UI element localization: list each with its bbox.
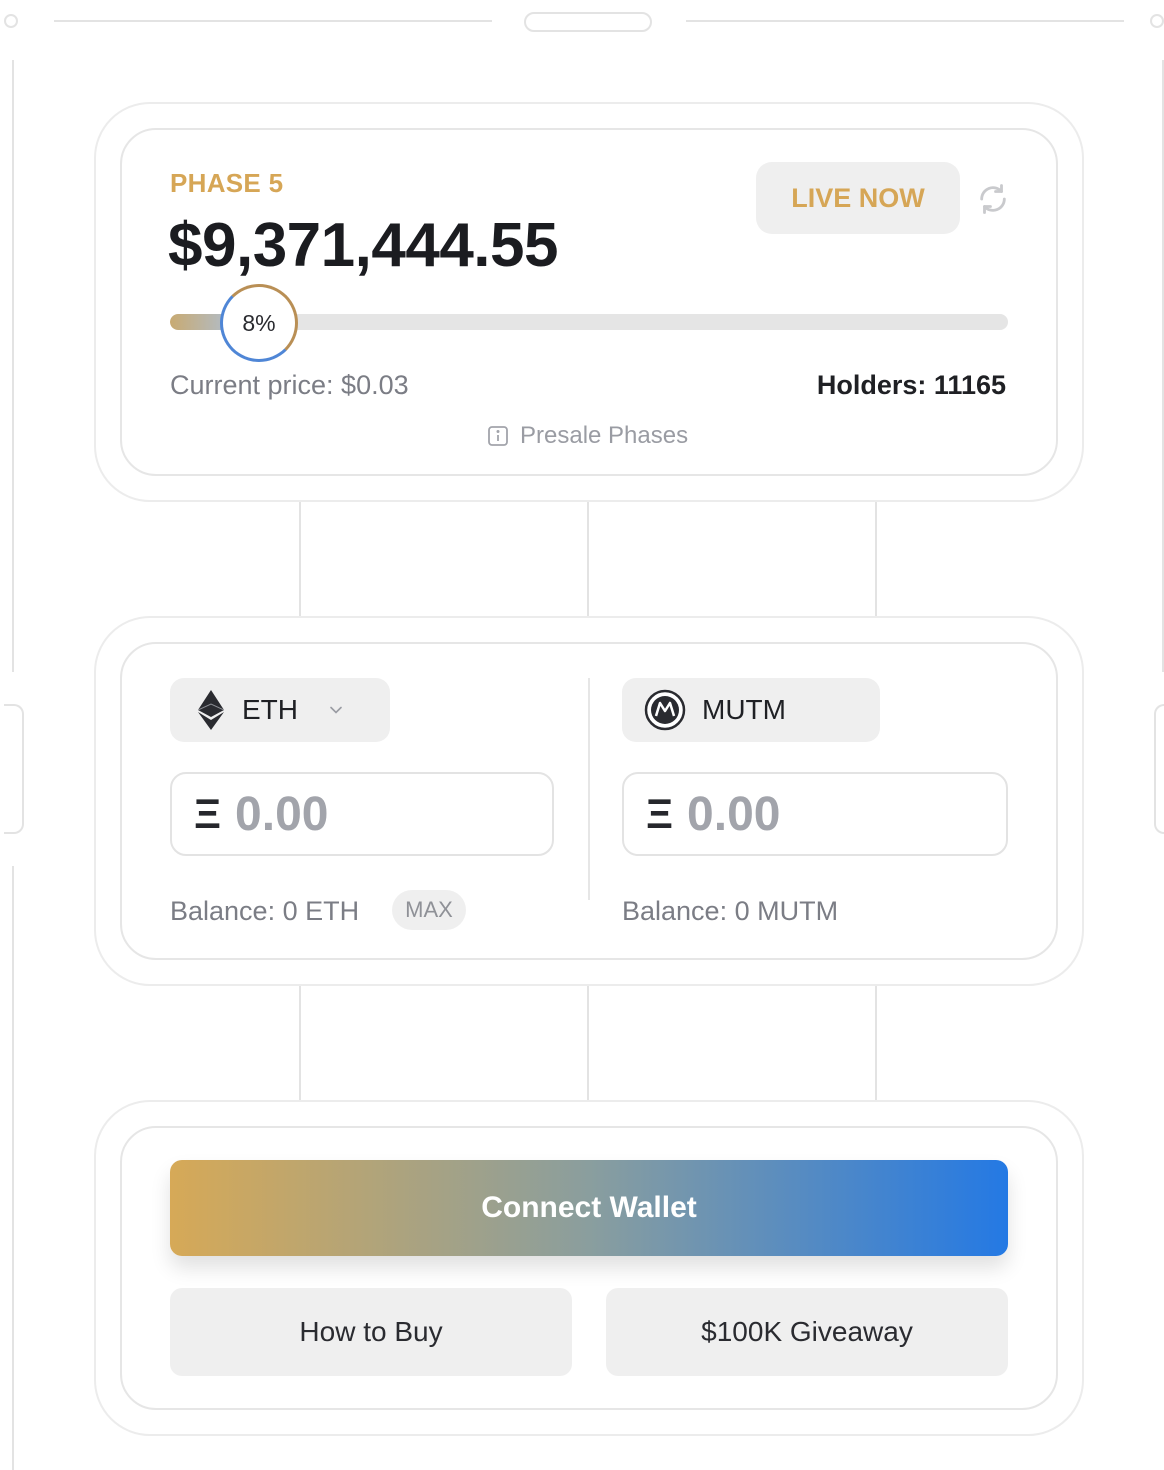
pay-currency-symbol: Ξ — [194, 790, 222, 837]
frame-top-pill — [524, 12, 652, 32]
info-icon — [488, 426, 508, 446]
holders-count: Holders: 11165 — [816, 370, 1006, 400]
presale-status-panel: PHASE 5 $9,371,444.55 LIVE NOW 8% Curren… — [120, 128, 1058, 476]
frame-line-left-upper — [12, 60, 14, 672]
actions-panel: Connect Wallet How to Buy $100K Giveaway — [120, 1126, 1058, 1410]
how-to-buy-button[interactable]: How to Buy — [170, 1288, 572, 1376]
swap-card: ETH Ξ 0.00 Balance: 0 ETH MAX MUTM Ξ 0.0… — [94, 616, 1084, 986]
connect-wallet-button[interactable]: Connect Wallet — [170, 1160, 1008, 1256]
phase-label: PHASE 5 — [170, 168, 284, 198]
max-button[interactable]: MAX — [392, 890, 466, 930]
pay-amount-value: 0.00 — [235, 787, 329, 841]
current-price: Current price: $0.03 — [170, 370, 409, 400]
pay-balance: Balance: 0 ETH — [170, 896, 360, 926]
giveaway-button[interactable]: $100K Giveaway — [606, 1288, 1008, 1376]
receive-amount-input[interactable]: Ξ 0.00 — [622, 772, 1008, 856]
frame-left-tab — [4, 704, 24, 834]
frame-line-left-lower — [12, 866, 14, 1470]
connector — [587, 986, 589, 1100]
ethereum-icon — [198, 690, 224, 730]
receive-currency-symbol: Ξ — [646, 790, 674, 837]
swap-divider — [588, 678, 590, 900]
chevron-down-icon — [330, 706, 342, 714]
receive-balance: Balance: 0 MUTM — [622, 896, 839, 926]
connector — [299, 502, 301, 616]
frame-dot-right — [1150, 14, 1164, 28]
connector — [587, 502, 589, 616]
receive-token-label: MUTM — [702, 694, 786, 725]
presale-phases-link[interactable]: Presale Phases — [486, 422, 688, 450]
connector — [299, 986, 301, 1100]
swap-panel: ETH Ξ 0.00 Balance: 0 ETH MAX MUTM Ξ 0.0… — [120, 642, 1058, 960]
raised-amount: $9,371,444.55 — [168, 211, 559, 280]
presale-status-card: PHASE 5 $9,371,444.55 LIVE NOW 8% Curren… — [94, 102, 1084, 502]
refresh-icon[interactable] — [976, 182, 1010, 216]
progress-percent-indicator: 8% — [220, 284, 298, 362]
frame-line-top-left — [54, 20, 492, 22]
frame-dot-left — [4, 14, 18, 28]
presale-phases-label: Presale Phases — [520, 422, 689, 449]
frame-line-top-right — [686, 20, 1124, 22]
receive-token-badge: MUTM — [622, 678, 880, 742]
connector — [875, 502, 877, 616]
connector — [875, 986, 877, 1100]
pay-amount-input[interactable]: Ξ 0.00 — [170, 772, 554, 856]
receive-amount-value: 0.00 — [687, 787, 781, 841]
frame-right-tab — [1154, 704, 1164, 834]
actions-card: Connect Wallet How to Buy $100K Giveaway — [94, 1100, 1084, 1436]
live-now-badge: LIVE NOW — [756, 162, 960, 234]
mutm-logo-icon — [644, 689, 686, 731]
pay-token-selector[interactable]: ETH — [170, 678, 390, 742]
pay-token-label: ETH — [242, 694, 298, 725]
